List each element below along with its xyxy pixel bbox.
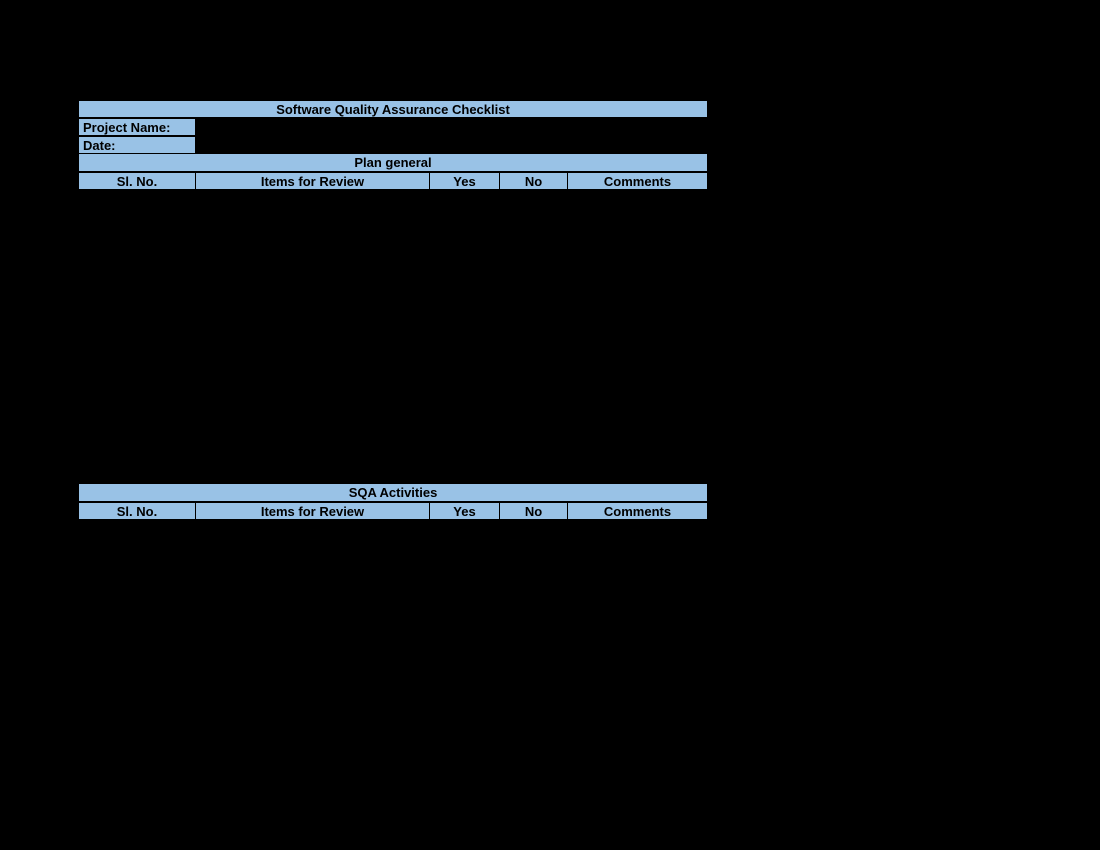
header-sl-no: Sl. No. bbox=[78, 172, 196, 190]
header-sl-no: Sl. No. bbox=[78, 502, 196, 520]
header-items: Items for Review bbox=[196, 172, 430, 190]
checklist-section2: SQA Activities Sl. No. Items for Review … bbox=[78, 484, 708, 520]
header-yes: Yes bbox=[430, 502, 500, 520]
section-plan-general: Plan general bbox=[78, 154, 708, 172]
header-no: No bbox=[500, 172, 568, 190]
table-header-row: Sl. No. Items for Review Yes No Comments bbox=[78, 502, 708, 520]
header-yes: Yes bbox=[430, 172, 500, 190]
section-sqa-activities: SQA Activities bbox=[78, 484, 708, 502]
date-value bbox=[196, 136, 708, 154]
project-name-label: Project Name: bbox=[78, 118, 196, 136]
header-comments: Comments bbox=[568, 172, 708, 190]
checklist-sheet: Software Quality Assurance Checklist Pro… bbox=[78, 100, 708, 190]
document-title: Software Quality Assurance Checklist bbox=[78, 100, 708, 118]
date-label: Date: bbox=[78, 136, 196, 154]
header-no: No bbox=[500, 502, 568, 520]
table-header-row: Sl. No. Items for Review Yes No Comments bbox=[78, 172, 708, 190]
project-name-value bbox=[196, 118, 708, 136]
header-comments: Comments bbox=[568, 502, 708, 520]
header-items: Items for Review bbox=[196, 502, 430, 520]
